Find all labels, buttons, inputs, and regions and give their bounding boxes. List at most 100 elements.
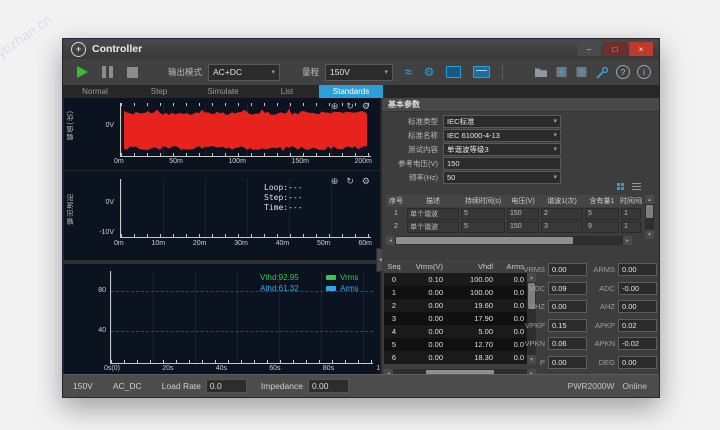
info-icon[interactable]: i <box>637 65 651 79</box>
window-controls: – □ × <box>577 42 653 56</box>
mode-tab[interactable]: Step <box>127 85 191 98</box>
table-row[interactable]: 5 0.00 12.70 0.0 <box>384 338 536 351</box>
maximize-button[interactable]: □ <box>603 42 627 56</box>
standards-h-scrollbar[interactable]: ◄ ► <box>386 236 632 245</box>
cell-content[interactable]: 9 <box>585 220 619 233</box>
standards-v-scrollbar[interactable]: ▲ ▼ <box>645 195 654 239</box>
title-bar: + Controller – □ × <box>63 39 659 59</box>
col-header: Vrms(V) <box>415 262 443 271</box>
display-icon[interactable] <box>473 66 491 78</box>
vthd-readout: Vthd:92.95 <box>260 273 299 282</box>
measurement-label: APKP <box>594 320 615 330</box>
cell-seq: 1 <box>391 288 397 297</box>
scroll-left-icon[interactable]: ◄ <box>386 236 395 245</box>
play-button[interactable] <box>77 66 88 78</box>
table-row[interactable]: 0 0.10 100.00 0.0 <box>384 273 536 286</box>
cell-duration[interactable]: 5 <box>461 207 505 220</box>
cell-voltage[interactable]: 150 <box>507 220 539 233</box>
cell-content[interactable]: 5 <box>585 207 619 220</box>
refresh-icon[interactable]: ↻ <box>346 176 354 187</box>
col-header: 序号 <box>389 198 403 205</box>
cell-vrms: 0.00 <box>428 353 443 362</box>
settings-icon[interactable]: ⚙ <box>362 176 370 187</box>
cell-vhdl: 5.00 <box>478 327 493 336</box>
x-tick-label: 0m <box>114 158 124 165</box>
zoom-icon[interactable]: ⊕ <box>331 101 339 112</box>
wrench-icon[interactable] <box>595 66 609 79</box>
col-header: 时间间隔(s) <box>620 198 642 205</box>
standard-type-select[interactable]: IEC标准 ▾ <box>443 114 561 128</box>
mode-tab[interactable]: List <box>255 85 319 98</box>
chevron-down-icon: ▾ <box>553 118 557 125</box>
table-row[interactable]: 6 0.00 18.30 0.0 <box>384 351 536 364</box>
arms-swatch-icon <box>326 286 336 291</box>
stop-button[interactable] <box>127 66 138 78</box>
zoom-icon[interactable]: ⊕ <box>331 176 339 187</box>
waveform-icon[interactable]: ≈ <box>405 66 412 78</box>
cell-vrms: 0.00 <box>428 327 443 336</box>
x-tick-label: 150m <box>291 158 309 165</box>
cell-seq: 2 <box>391 301 397 310</box>
output-mode-select[interactable]: AC+DC ▾ <box>208 63 281 81</box>
cell-harmonic[interactable]: 3 <box>541 220 583 233</box>
range-select[interactable]: 150V ▾ <box>325 63 394 81</box>
chart2-ytick-0v: 0V <box>105 199 114 206</box>
device-icon[interactable] <box>446 66 462 78</box>
gear-icon[interactable]: ⚙ <box>424 66 435 78</box>
mode-tab[interactable]: Simulate <box>191 85 255 98</box>
frequency-select[interactable]: 50 ▾ <box>443 170 561 184</box>
ref-voltage-input[interactable]: 150 <box>443 156 561 170</box>
cell-harmonic[interactable]: 2 <box>541 207 583 220</box>
mode-tab[interactable]: Normal <box>63 85 127 98</box>
cell-duration[interactable]: 5 <box>461 220 505 233</box>
charts-column: 幅值(伏) 0V 0m 50m 100m 150m 200m ⊕ ↻ ⚙ 输出波… <box>63 98 385 375</box>
test-content-select[interactable]: 单谐波等级3 ▾ <box>443 142 561 156</box>
cell-interval[interactable]: 1 <box>621 220 641 233</box>
cell-desc[interactable]: 单个谐波 <box>407 207 459 220</box>
ref-voltage-label: 参考电压(V) <box>398 158 438 168</box>
table-row[interactable]: 4 0.00 5.00 0.0 <box>384 325 536 338</box>
import-file-icon[interactable] <box>555 66 568 78</box>
help-icon[interactable]: ? <box>616 65 630 79</box>
scrollbar-thumb[interactable] <box>646 205 653 218</box>
measurement-panel: VRMS 0.00 ARMS 0.00 VDC 0.09 ADC -0.00 V… <box>523 263 657 374</box>
pause-button[interactable] <box>102 66 113 78</box>
chart2-toolbar: ⊕ ↻ ⚙ <box>331 176 370 187</box>
scroll-up-icon[interactable]: ▲ <box>645 195 654 204</box>
scrollbar-thumb[interactable] <box>396 237 574 244</box>
chart2-x-ticks: 0m 10m 20m 30m 40m 50m 60m <box>114 240 372 247</box>
standard-name-select[interactable]: IEC 61000-4-13 ▾ <box>443 128 561 142</box>
cell-vrms: 0.00 <box>428 288 443 297</box>
form-row: 频率(Hz) 50 ▾ <box>382 170 659 184</box>
mode-tab[interactable]: Standards <box>319 85 383 98</box>
table-row[interactable]: 1 单个谐波 5 150 2 5 1 <box>386 207 641 220</box>
cell-voltage[interactable]: 150 <box>507 207 539 220</box>
measurement-row: VHZ 0.00 AHZ 0.00 <box>530 300 657 313</box>
standard-name-value: IEC 61000-4-13 <box>447 130 500 140</box>
scroll-up-icon[interactable]: ▲ <box>527 273 536 282</box>
measurement-value: 0.00 <box>618 300 657 313</box>
cell-interval[interactable]: 1 <box>621 207 641 220</box>
refresh-icon[interactable]: ↻ <box>346 101 354 112</box>
scroll-right-icon[interactable]: ► <box>623 236 632 245</box>
scroll-down-icon[interactable]: ▼ <box>645 230 654 239</box>
table-row[interactable]: 3 0.00 17.90 0.0 <box>384 312 536 325</box>
settings-icon[interactable]: ⚙ <box>362 101 370 112</box>
open-folder-icon[interactable] <box>534 66 548 78</box>
cell-vrms: 0.00 <box>428 301 443 310</box>
minimize-button[interactable]: – <box>577 42 601 56</box>
cell-desc[interactable]: 单个谐波 <box>407 220 459 233</box>
table-row[interactable]: 1 0.00 100.00 0.0 <box>384 286 536 299</box>
select-all-icon[interactable] <box>617 183 625 191</box>
measurement-value: 0.02 <box>618 318 657 332</box>
export-file-icon[interactable] <box>575 66 588 78</box>
close-button[interactable]: × <box>629 42 653 56</box>
load-rate-value: 0.0 <box>205 379 247 393</box>
status-range: 150V <box>73 381 93 391</box>
list-icon[interactable] <box>632 183 641 191</box>
table-row[interactable]: 2 单个谐波 5 150 3 9 1 <box>386 220 641 233</box>
table-row[interactable]: 2 0.00 19.60 0.0 <box>384 299 536 312</box>
window-title: Controller <box>92 43 143 55</box>
col-header: 含有量1 <box>589 198 615 205</box>
x-tick-label: 60s <box>269 365 281 372</box>
